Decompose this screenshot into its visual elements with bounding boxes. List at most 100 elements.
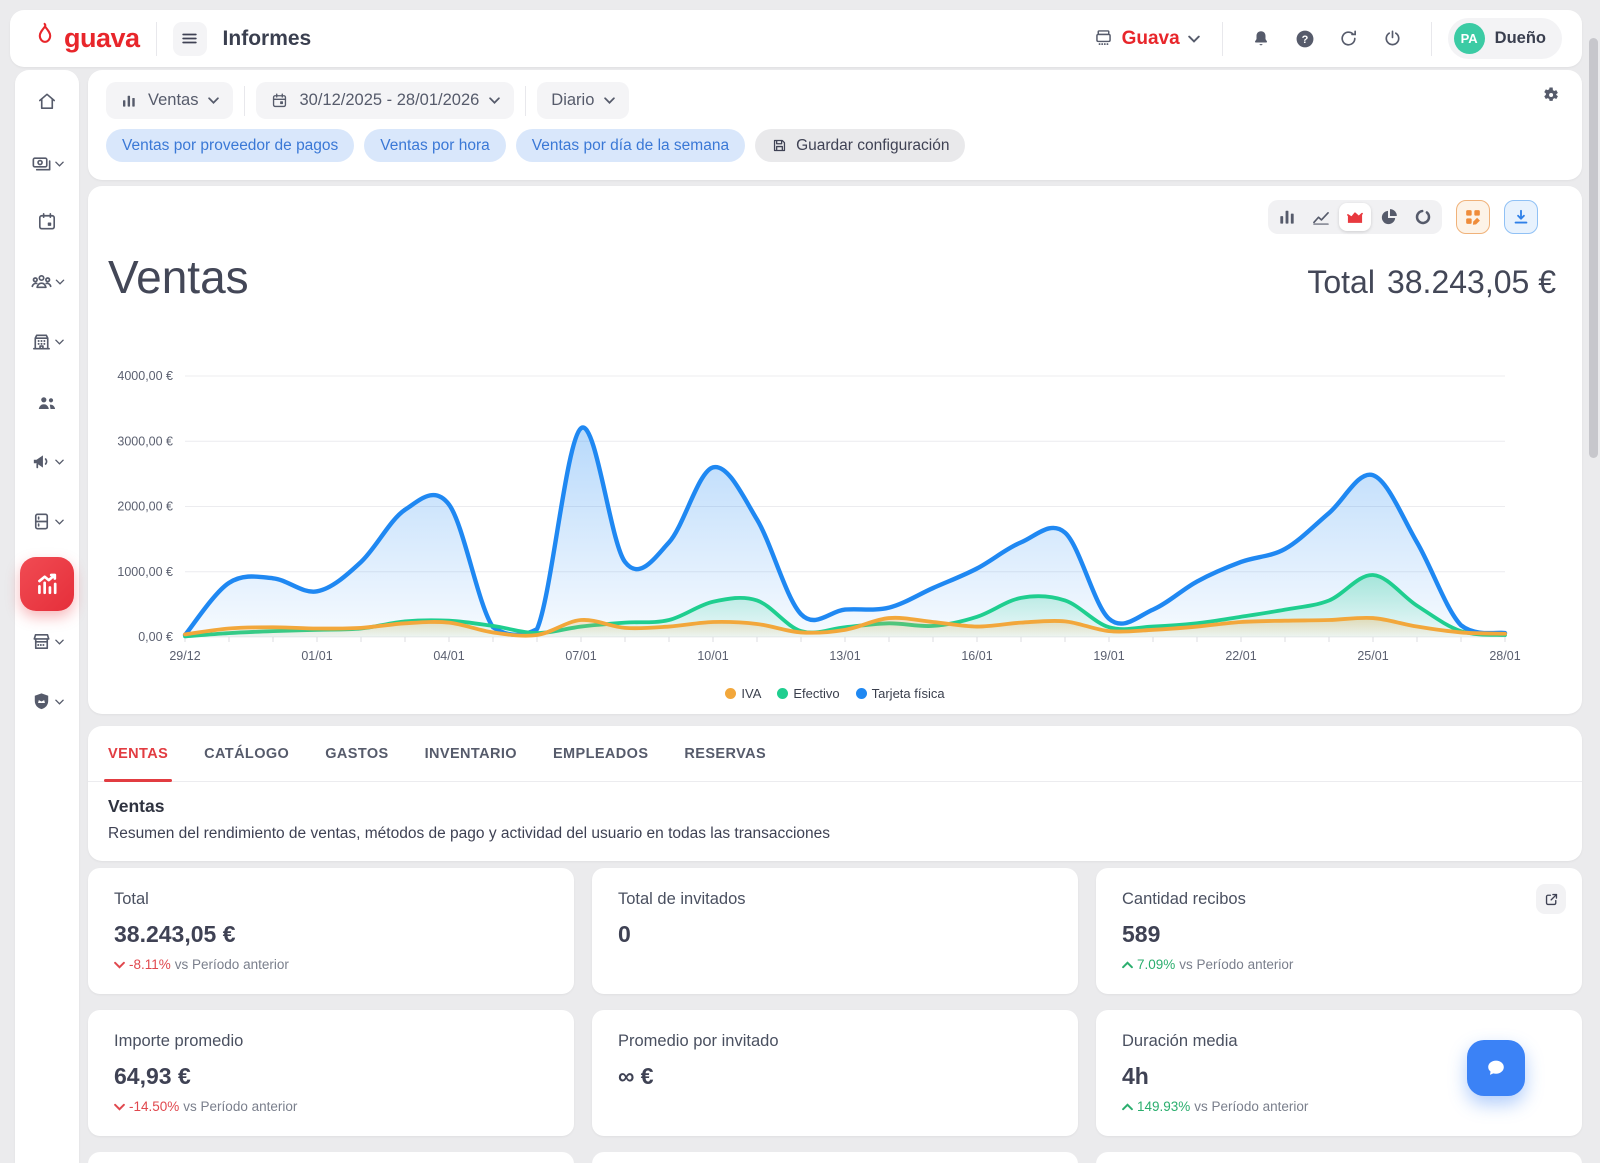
refresh-button[interactable] bbox=[1332, 22, 1366, 56]
sidebar-item-shield[interactable] bbox=[30, 690, 64, 713]
customize-widgets-icon bbox=[1463, 207, 1483, 227]
user-menu[interactable]: PA Dueño bbox=[1448, 18, 1562, 59]
chart-type-area-chart-button[interactable] bbox=[1339, 203, 1371, 231]
tab-catalogo[interactable]: CATÁLOGO bbox=[186, 726, 307, 781]
svg-text:3000,00 €: 3000,00 € bbox=[117, 434, 173, 448]
download-button[interactable] bbox=[1504, 200, 1538, 234]
granularity-select[interactable]: Diario bbox=[537, 82, 629, 119]
chart-total: Total 38.243,05 € bbox=[1307, 264, 1556, 301]
legend-dot bbox=[777, 688, 788, 699]
chart-type-donut-chart-button[interactable] bbox=[1407, 203, 1439, 231]
card-partial bbox=[592, 1152, 1078, 1163]
sidebar-item-megaphone[interactable] bbox=[30, 450, 64, 473]
report-section-card: VENTASCATÁLOGOGASTOSINVENTARIOEMPLEADOSR… bbox=[88, 726, 1582, 861]
reports-icon bbox=[33, 570, 61, 598]
notifications-button[interactable] bbox=[1244, 22, 1278, 56]
help-button[interactable]: ? bbox=[1288, 22, 1322, 56]
save-configuration-button[interactable]: Guardar configuración bbox=[755, 129, 965, 162]
legend-dot bbox=[725, 688, 736, 699]
chip-ventas-por-proveedor-de-pagos[interactable]: Ventas por proveedor de pagos bbox=[106, 129, 354, 162]
external-link-icon bbox=[1543, 891, 1560, 908]
date-range-picker[interactable]: 30/12/2025 - 28/01/2026 bbox=[256, 82, 514, 119]
sidebar-item-kiosk[interactable] bbox=[30, 510, 64, 533]
calendar-icon bbox=[270, 91, 289, 110]
tab-ventas[interactable]: VENTAS bbox=[90, 726, 186, 781]
section-description: Resumen del rendimiento de ventas, métod… bbox=[108, 825, 1562, 843]
gear-icon bbox=[1540, 85, 1560, 105]
tab-inventario[interactable]: INVENTARIO bbox=[407, 726, 535, 781]
hamburger-icon bbox=[180, 29, 199, 48]
chart-toolbar bbox=[1268, 200, 1538, 234]
sales-chart-card: Ventas Total 38.243,05 € 0,00 €1000,00 €… bbox=[88, 186, 1582, 714]
sidebar-item-payments[interactable] bbox=[30, 152, 64, 175]
sidebar-item-home[interactable] bbox=[36, 90, 59, 113]
power-icon bbox=[1382, 28, 1403, 49]
chat-bubble-icon bbox=[1483, 1055, 1509, 1081]
trend-up-icon bbox=[1122, 961, 1133, 969]
stat-card-importe-promedio: Importe promedio 64,93 € -14.50%vs Perío… bbox=[88, 1010, 574, 1136]
sidebar-item-groups[interactable] bbox=[30, 270, 65, 294]
card-partial bbox=[88, 1152, 574, 1163]
sidebar bbox=[15, 70, 79, 1163]
chevron-down-icon bbox=[55, 459, 64, 465]
divider bbox=[1431, 22, 1432, 56]
legend-item-iva[interactable]: IVA bbox=[725, 686, 761, 701]
payments-icon bbox=[30, 152, 53, 175]
svg-text:16/01: 16/01 bbox=[961, 649, 992, 663]
menu-toggle-button[interactable] bbox=[173, 22, 207, 56]
sidebar-item-calendar[interactable] bbox=[36, 210, 59, 233]
venue-selector[interactable]: Guava bbox=[1087, 26, 1206, 52]
legend-item-tarjeta-fisica[interactable]: Tarjeta física bbox=[856, 686, 945, 701]
chip-ventas-por-hora[interactable]: Ventas por hora bbox=[364, 129, 505, 162]
legend-dot bbox=[856, 688, 867, 699]
chip-ventas-por-dia-de-la-semana[interactable]: Ventas por día de la semana bbox=[516, 129, 745, 162]
navbar-left: guava Informes bbox=[32, 21, 311, 56]
stat-label: Total de invitados bbox=[618, 890, 1052, 909]
divider bbox=[1222, 22, 1223, 56]
chart-legend: IVA Efectivo Tarjeta física bbox=[88, 686, 1582, 701]
stat-value: 64,93 € bbox=[114, 1063, 548, 1090]
tab-empleados[interactable]: EMPLEADOS bbox=[535, 726, 666, 781]
stat-delta: -8.11%vs Período anterior bbox=[114, 957, 548, 972]
brand-text: guava bbox=[64, 23, 140, 54]
open-detail-button[interactable] bbox=[1536, 884, 1566, 914]
sales-area-chart[interactable]: 0,00 €1000,00 €2000,00 €3000,00 €4000,00… bbox=[98, 356, 1572, 672]
chat-fab[interactable] bbox=[1467, 1040, 1525, 1096]
customize-widgets-button[interactable] bbox=[1456, 200, 1490, 234]
donut-chart-icon bbox=[1413, 207, 1433, 227]
page-scrollbar-thumb[interactable] bbox=[1589, 38, 1598, 458]
sidebar-item-store[interactable] bbox=[30, 630, 64, 653]
svg-text:1000,00 €: 1000,00 € bbox=[117, 565, 173, 579]
stat-card-promedio-por-invitado: Promedio por invitado ∞ € bbox=[592, 1010, 1078, 1136]
area-chart-icon bbox=[1345, 207, 1365, 227]
user-role: Dueño bbox=[1495, 29, 1546, 48]
chart-type-switcher bbox=[1268, 200, 1442, 234]
svg-text:28/01: 28/01 bbox=[1489, 649, 1520, 663]
chips-row: Ventas por proveedor de pagos Ventas por … bbox=[106, 129, 1564, 162]
svg-text:2000,00 €: 2000,00 € bbox=[117, 500, 173, 514]
tab-gastos[interactable]: GASTOS bbox=[307, 726, 406, 781]
sidebar-item-people[interactable] bbox=[35, 391, 59, 415]
sidebar-item-building[interactable] bbox=[30, 330, 64, 353]
legend-item-efectivo[interactable]: Efectivo bbox=[777, 686, 839, 701]
partial-cards-row bbox=[88, 1152, 1582, 1163]
brand-logo[interactable]: guava bbox=[32, 21, 140, 56]
report-type-select[interactable]: Ventas bbox=[106, 82, 233, 119]
sidebar-item-reports[interactable] bbox=[20, 557, 74, 611]
svg-text:01/01: 01/01 bbox=[301, 649, 332, 663]
trend-up-icon bbox=[1122, 1103, 1133, 1111]
divider bbox=[156, 22, 157, 56]
settings-gear-button[interactable] bbox=[1534, 84, 1566, 109]
tab-reservas[interactable]: RESERVAS bbox=[666, 726, 784, 781]
stat-delta: 7.09%vs Período anterior bbox=[1122, 957, 1556, 972]
chart-type-bar-chart-button[interactable] bbox=[1271, 203, 1303, 231]
report-type-value: Ventas bbox=[148, 91, 198, 110]
chart-type-pie-chart-button[interactable] bbox=[1373, 203, 1405, 231]
svg-text:10/01: 10/01 bbox=[697, 649, 728, 663]
avatar: PA bbox=[1454, 23, 1485, 54]
svg-text:19/01: 19/01 bbox=[1093, 649, 1124, 663]
logout-button[interactable] bbox=[1376, 22, 1410, 56]
groups-icon bbox=[30, 270, 54, 294]
chart-type-line-chart-button[interactable] bbox=[1305, 203, 1337, 231]
section-summary: Ventas Resumen del rendimiento de ventas… bbox=[88, 782, 1582, 861]
